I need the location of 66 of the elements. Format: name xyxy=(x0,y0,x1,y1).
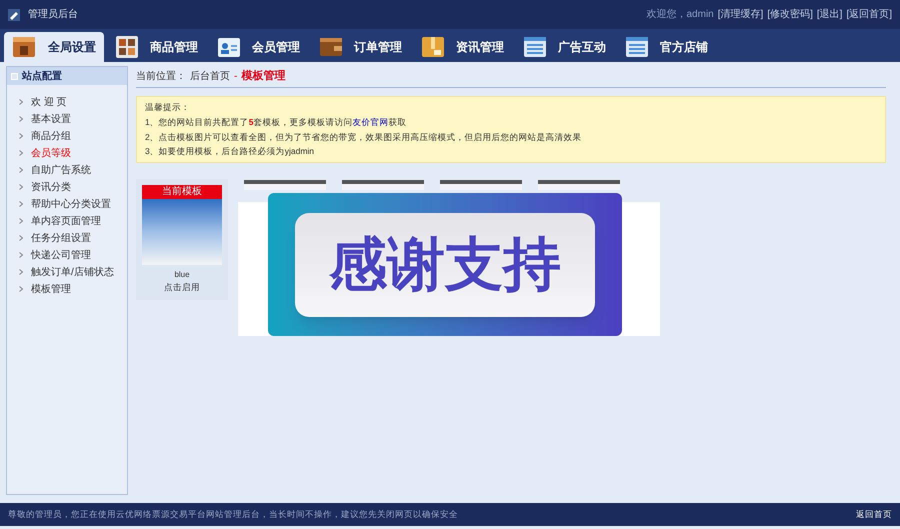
notice-title: 温馨提示： xyxy=(145,101,191,114)
grid-icon xyxy=(116,36,138,58)
chevron-icon xyxy=(19,184,23,190)
sidebar-link[interactable]: 模板管理 xyxy=(31,282,71,296)
package-icon xyxy=(422,36,444,58)
pencil-icon xyxy=(8,8,20,20)
breadcrumb-link[interactable]: 后台首页 xyxy=(190,69,230,84)
chevron-icon xyxy=(19,269,23,275)
welcome-text: 欢迎您，admin xyxy=(646,8,714,22)
list-icon xyxy=(524,36,546,58)
sidebar-link[interactable]: 触发订单/店铺状态 xyxy=(31,264,114,280)
current-template-badge: 当前模板 xyxy=(142,185,222,199)
nav-tab[interactable]: 全局设置 xyxy=(4,32,104,62)
header-link[interactable]: [退出] xyxy=(816,7,842,22)
template-thumbnail[interactable] xyxy=(538,180,620,190)
template-thumbnail[interactable] xyxy=(440,180,522,190)
chevron-icon xyxy=(19,167,23,173)
nav-tab[interactable]: 官方店铺 xyxy=(618,32,716,62)
notice-line: 1、您的网站目前共配置了5套模板，更多模板请访问友价官网获取 xyxy=(145,116,408,128)
sidebar-link[interactable]: 帮助中心分类设置 xyxy=(31,196,111,212)
sidebar-link[interactable]: 基本设置 xyxy=(31,112,71,126)
notice-line: 3、如要使用模板，后台路径必须为yjadmin xyxy=(145,145,316,158)
sidebar-link[interactable]: 欢 迎 页 xyxy=(31,94,67,110)
list-icon xyxy=(626,36,648,58)
footer-home-link[interactable]: 返回首页 xyxy=(856,508,892,521)
chevron-icon xyxy=(19,133,23,139)
header-link[interactable]: [清理缓存] xyxy=(718,7,764,22)
contact-card-icon xyxy=(218,36,240,58)
collapse-icon xyxy=(11,72,18,80)
notice-line: 2、点击模板图片可以查看全图，但为了节省您的带宽，效果图采用高压缩模式，但启用后您的网站是高清效果 xyxy=(145,130,583,144)
footer-message: 尊敬的管理员，您正在使用云优网络票源交易平台网站管理后台，当长时间不操作，建议您先关闭网页以确保安全 xyxy=(8,508,458,521)
thanks-text: 感谢支持 xyxy=(295,212,595,316)
sidebar-link[interactable]: 自助广告系统 xyxy=(31,162,91,178)
nav-tab[interactable]: 资讯管理 xyxy=(414,32,512,62)
current-page-title: 模板管理 xyxy=(241,68,286,84)
sidebar-link[interactable]: 商品分组 xyxy=(31,128,71,144)
breadcrumb-label: 当前位置： xyxy=(136,70,186,84)
chevron-icon xyxy=(19,150,23,156)
nav-tab[interactable]: 订单管理 xyxy=(312,32,410,62)
breadcrumb-separator: - xyxy=(234,70,238,84)
sidebar-title: 站点配置 xyxy=(22,70,62,84)
header-link[interactable]: [修改密码] xyxy=(767,7,813,22)
chevron-icon xyxy=(19,252,23,258)
chevron-icon xyxy=(19,201,23,207)
chevron-icon xyxy=(19,99,23,105)
template-thumbnail[interactable] xyxy=(342,180,424,190)
enable-link[interactable]: 点击启用 xyxy=(164,281,200,294)
template-name: blue xyxy=(174,269,190,281)
chevron-icon xyxy=(19,235,23,241)
nav-tab[interactable]: 广告互动 xyxy=(516,32,614,62)
wallet-icon xyxy=(320,36,342,58)
app-title: 管理员后台 xyxy=(28,8,78,22)
official-site-link[interactable]: 友价官网 xyxy=(352,116,388,127)
template-thumbnail[interactable] xyxy=(244,180,326,190)
nav-tab[interactable]: 会员管理 xyxy=(210,32,308,62)
box-icon xyxy=(12,35,36,59)
chevron-icon xyxy=(19,116,23,122)
template-thumbnail[interactable] xyxy=(142,199,222,265)
chevron-icon xyxy=(19,286,23,292)
sidebar-link[interactable]: 快递公司管理 xyxy=(31,248,91,262)
header-link[interactable]: [返回首页] xyxy=(846,7,892,22)
chevron-icon xyxy=(19,218,23,224)
sidebar-link[interactable]: 任务分组设置 xyxy=(31,230,91,246)
sidebar-link[interactable]: 单内容页面管理 xyxy=(31,214,101,228)
sidebar-link[interactable]: 资讯分类 xyxy=(31,180,71,194)
nav-tab[interactable]: 商品管理 xyxy=(108,32,206,62)
